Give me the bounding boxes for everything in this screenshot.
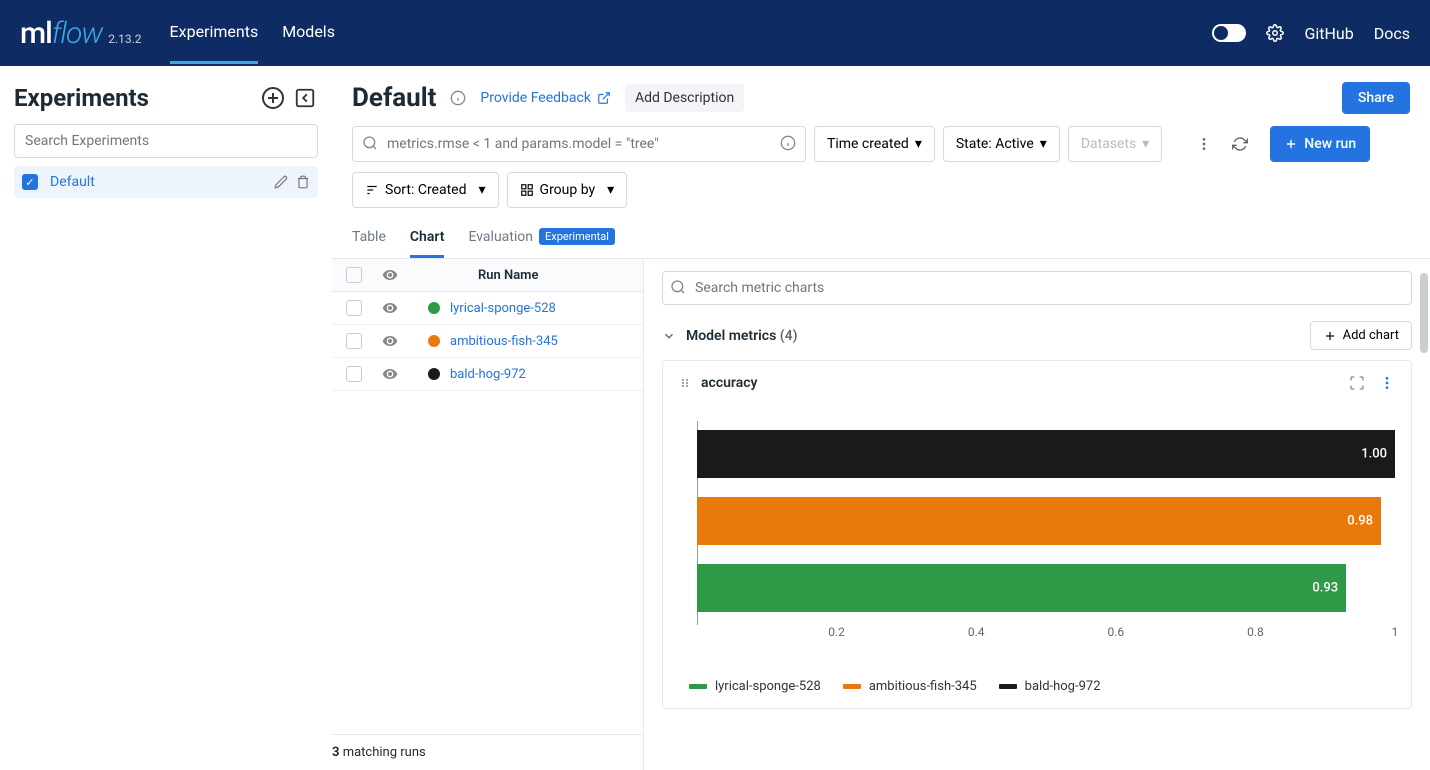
table-row[interactable]: ambitious-fish-345 [332,325,643,358]
run-checkbox[interactable] [346,333,362,349]
chevron-down-icon: ▾ [479,182,486,198]
delete-icon[interactable] [296,175,310,189]
group-by-dropdown[interactable]: Group by ▾ [507,172,628,208]
chevron-down-icon: ▾ [607,182,614,198]
visibility-icon[interactable] [382,333,398,349]
docs-link[interactable]: Docs [1374,24,1410,43]
runs-list-pane: Run Name lyrical-sponge-528 ambitious-fi… [332,259,644,770]
axis-tick: 0.4 [968,625,985,639]
chevron-down-icon: ▾ [1040,136,1047,152]
select-all-checkbox[interactable] [346,267,362,283]
visibility-icon[interactable] [382,366,398,382]
add-chart-button[interactable]: Add chart [1310,321,1412,350]
search-charts-input[interactable] [662,271,1412,305]
new-run-button[interactable]: New run [1270,126,1370,162]
datasets-dropdown[interactable]: Datasets ▾ [1068,126,1162,162]
page-title: Default [352,83,436,113]
chart-card-accuracy: accuracy 1.00 0.98 0.93 0.2 0.4 0.6 0.8 1 lyri… [662,360,1412,709]
visibility-icon[interactable] [382,300,398,316]
logo-flow: flow [52,16,102,51]
sidebar-title: Experiments [14,84,149,112]
tab-table[interactable]: Table [352,220,386,258]
experiment-checkbox[interactable]: ✓ [22,174,38,190]
chart-menu-icon[interactable] [1379,375,1395,391]
run-color-dot [428,368,440,380]
axis-tick: 0.2 [828,625,845,639]
runs-footer: 3 matching runs [332,734,643,770]
chevron-down-icon: ▾ [1142,136,1149,152]
top-nav: Experiments Models [170,2,335,64]
info-icon[interactable] [450,90,466,106]
settings-icon[interactable] [1266,24,1284,42]
run-checkbox[interactable] [346,300,362,316]
logo[interactable]: ml flow 2.13.2 [20,16,142,51]
search-icon [670,279,686,295]
sort-dropdown[interactable]: Sort: Created ▾ [352,172,499,208]
run-name-link[interactable]: ambitious-fish-345 [450,334,558,349]
run-color-dot [428,335,440,347]
section-title: Model metrics (4) [686,328,798,344]
charts-pane: Model metrics (4) Add chart [644,259,1430,770]
legend-swatch [999,684,1017,689]
tab-evaluation[interactable]: Evaluation Experimental [468,220,614,258]
run-color-dot [428,302,440,314]
legend-item[interactable]: lyrical-sponge-528 [689,679,821,694]
logo-ml: ml [20,16,52,51]
legend-item[interactable]: bald-hog-972 [999,679,1101,694]
nav-models[interactable]: Models [282,2,335,64]
table-row[interactable]: bald-hog-972 [332,358,643,391]
logo-version: 2.13.2 [108,32,141,46]
chart-bar: 0.93 [697,564,1346,612]
chart-title: accuracy [701,375,758,391]
search-icon [362,135,378,151]
legend-item[interactable]: ambitious-fish-345 [843,679,977,694]
share-button[interactable]: Share [1342,82,1410,114]
time-created-dropdown[interactable]: Time created ▾ [814,126,935,162]
sidebar-item-default[interactable]: ✓ Default [14,166,318,198]
github-link[interactable]: GitHub [1304,24,1353,43]
run-name-link[interactable]: bald-hog-972 [450,367,526,382]
tab-chart[interactable]: Chart [410,220,445,258]
edit-icon[interactable] [274,175,288,189]
state-dropdown[interactable]: State: Active ▾ [943,126,1060,162]
legend-swatch [843,684,861,689]
chart-bars: 1.00 0.98 0.93 [679,421,1395,621]
visibility-icon[interactable] [382,267,398,283]
legend-swatch [689,684,707,689]
kebab-menu-icon[interactable] [1190,130,1218,158]
search-runs-input[interactable] [352,126,806,162]
axis-tick: 0.8 [1247,625,1264,639]
collapse-sidebar-icon[interactable] [292,85,318,111]
scrollbar[interactable] [1420,273,1428,353]
provide-feedback-link[interactable]: Provide Feedback [480,90,611,106]
experiment-name: Default [50,174,274,190]
table-row[interactable]: lyrical-sponge-528 [332,292,643,325]
run-name-link[interactable]: lyrical-sponge-528 [450,301,556,316]
sidebar: Experiments ✓ Default [0,66,332,770]
search-info-icon[interactable] [780,135,796,151]
col-run-name: Run Name [478,268,538,283]
chevron-down-icon: ▾ [915,136,922,152]
collapse-section-icon[interactable] [662,329,676,343]
axis-tick: 0.6 [1107,625,1124,639]
add-experiment-icon[interactable] [260,85,286,111]
search-experiments-input[interactable] [14,124,318,158]
theme-toggle[interactable] [1212,24,1246,42]
chart-x-axis: 0.20.40.60.81 [697,625,1395,649]
chart-bar: 1.00 [697,430,1395,478]
chart-bar: 0.98 [697,497,1381,545]
chart-legend: lyrical-sponge-528 ambitious-fish-345 bald… [679,679,1395,694]
axis-tick: 1 [1392,625,1399,639]
add-description-button[interactable]: Add Description [625,84,744,112]
topbar: ml flow 2.13.2 Experiments Models GitHub… [0,0,1430,66]
experimental-badge: Experimental [539,228,615,245]
refresh-icon[interactable] [1226,130,1254,158]
drag-handle-icon[interactable] [679,377,691,389]
fullscreen-icon[interactable] [1349,375,1365,391]
nav-experiments[interactable]: Experiments [170,2,259,64]
run-checkbox[interactable] [346,366,362,382]
